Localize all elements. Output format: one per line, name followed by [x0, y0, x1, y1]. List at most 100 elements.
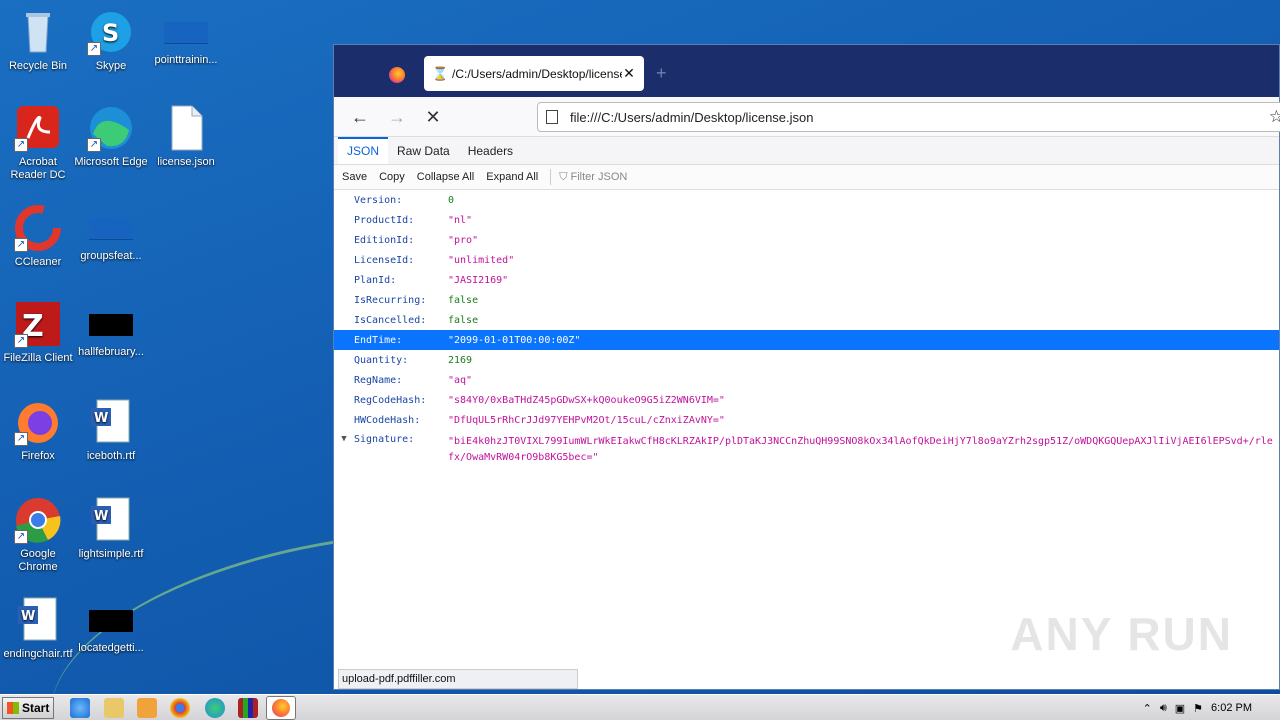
shortcut-arrow-icon: ↗ — [14, 334, 28, 348]
collapse-all-button[interactable]: Collapse All — [417, 171, 474, 183]
firefox-logo-icon[interactable] — [389, 67, 405, 83]
json-viewer-tabs: JSON Raw Data Headers — [334, 137, 1279, 165]
json-key: EditionId: — [354, 234, 415, 246]
json-row[interactable]: RegCodeHash: "s84Y0/0xBaTHdZ45pGDwSX+kQ0o… — [334, 390, 1279, 410]
ccleaner-icon: ↗ — [14, 204, 62, 252]
start-label: Start — [22, 701, 50, 715]
desktop-icon-locatedgetti[interactable]: locatedgetti... — [73, 596, 149, 655]
close-tab-icon[interactable]: ✕ — [622, 65, 636, 82]
tab-license-json[interactable]: ⌛ /C:/Users/admin/Desktop/license.json ✕ — [424, 56, 644, 91]
json-row[interactable]: IsCancelled: false — [334, 310, 1279, 330]
edge-icon: ↗ — [87, 104, 135, 152]
stop-loading-icon[interactable]: ✕ — [422, 107, 444, 128]
json-key: PlanId: — [354, 274, 397, 286]
desktop-icon-iceboth[interactable]: W iceboth.rtf — [73, 398, 149, 463]
json-file-icon — [162, 104, 210, 152]
json-value: "biE4k0hzJT0VIXL799IumWLrWkEIakwCfH8cKLR… — [448, 436, 1273, 463]
desktop-icon-acrobat[interactable]: ↗ Acrobat Reader DC — [0, 104, 76, 182]
bookmark-star-icon[interactable]: ☆ — [1269, 107, 1280, 127]
json-value: 0 — [448, 194, 455, 206]
json-tree: Version: 0 ProductId: "nl" EditionId: "pro"… — [334, 190, 1279, 470]
desktop-icon-filezilla[interactable]: Z ↗ FileZilla Client — [0, 300, 76, 365]
volume-icon[interactable]: 🔊︎ — [1160, 702, 1167, 715]
desktop-icon-label: Google Chrome — [18, 548, 58, 573]
json-value: false — [448, 294, 479, 306]
url-text: file:///C:/Users/admin/Desktop/license.j… — [570, 109, 814, 125]
json-row-selected[interactable]: EndTime: "2099-01-01T00:00:00Z" — [334, 330, 1279, 350]
desktop-icon-endingchair[interactable]: W endingchair.rtf — [0, 596, 76, 661]
json-row[interactable]: RegName: "aq" — [334, 370, 1279, 390]
json-key: HWCodeHash: — [354, 414, 421, 426]
file-thumbnail-icon — [89, 218, 133, 240]
desktop-icon-label: hallfebruary... — [78, 346, 144, 358]
desktop-icon-firefox[interactable]: ↗ Firefox — [0, 398, 76, 463]
desktop-icon-skype[interactable]: S ↗ Skype — [73, 8, 149, 73]
json-row[interactable]: PlanId: "JASI2169" — [334, 270, 1279, 290]
json-row[interactable]: IsRecurring: false — [334, 290, 1279, 310]
shortcut-arrow-icon: ↗ — [14, 138, 28, 152]
media-player-icon[interactable] — [137, 698, 157, 718]
system-tray: ⌃ 🔊︎ ▣ ⚑ 6:02 PM — [1139, 695, 1280, 720]
chrome-taskbar-icon[interactable] — [170, 698, 190, 718]
edge-taskbar-icon[interactable] — [205, 698, 225, 718]
desktop-icon-chrome[interactable]: ↗ Google Chrome — [0, 496, 76, 574]
json-row[interactable]: Version: 0 — [334, 190, 1279, 210]
json-row[interactable]: Quantity: 2169 — [334, 350, 1279, 370]
desktop-icon-lightsimple[interactable]: W lightsimple.rtf — [73, 496, 149, 561]
json-row[interactable]: EditionId: "pro" — [334, 230, 1279, 250]
show-hidden-icons-icon[interactable]: ⌃ — [1143, 702, 1152, 715]
json-row[interactable]: ▼ Signature: "biE4k0hzJT0VIXL799IumWLrWkEI… — [334, 430, 1279, 470]
start-button[interactable]: Start — [2, 697, 54, 719]
file-explorer-icon[interactable] — [104, 698, 124, 718]
file-thumbnail-icon — [89, 314, 133, 336]
anyrun-watermark: ANY RUN — [1010, 608, 1233, 660]
desktop-icon-label: Recycle Bin — [8, 60, 68, 72]
forward-icon[interactable]: → — [386, 107, 408, 128]
desktop-icon-edge[interactable]: ↗ Microsoft Edge — [73, 104, 149, 169]
network-icon[interactable]: ▣ — [1175, 702, 1185, 715]
acrobat-icon: ↗ — [14, 104, 62, 152]
firefox-icon: ↗ — [14, 398, 62, 446]
svg-text:S: S — [102, 19, 119, 47]
filter-json-input[interactable]: Filter JSON — [570, 171, 627, 183]
save-button[interactable]: Save — [342, 171, 367, 183]
new-tab-icon[interactable]: + — [656, 63, 667, 84]
word-document-icon: W — [87, 398, 135, 446]
desktop-icon-groupsfeat[interactable]: groupsfeat... — [73, 204, 149, 263]
desktop-icon-label: Acrobat Reader DC — [10, 156, 66, 181]
clock[interactable]: 6:02 PM — [1211, 702, 1252, 714]
json-key: RegCodeHash: — [354, 394, 427, 406]
desktop-icon-label: Firefox — [21, 450, 55, 462]
navigation-bar: ← → ✕ file:///C:/Users/admin/Desktop/lic… — [334, 97, 1280, 137]
expand-all-button[interactable]: Expand All — [486, 171, 538, 183]
internet-explorer-icon[interactable] — [70, 698, 90, 718]
desktop-icon-recycle-bin[interactable]: Recycle Bin — [0, 8, 76, 73]
desktop-icon-pointtrainin[interactable]: pointtrainin... — [148, 8, 224, 67]
svg-text:W: W — [94, 411, 108, 426]
back-icon[interactable]: ← — [349, 107, 371, 128]
winrar-icon[interactable] — [238, 698, 258, 718]
word-document-icon: W — [87, 496, 135, 544]
firefox-taskbar-button[interactable] — [266, 696, 296, 720]
desktop-icon-hallfebruary[interactable]: hallfebruary... — [73, 300, 149, 359]
tab-headers[interactable]: Headers — [459, 137, 522, 164]
json-key: IsCancelled: — [354, 314, 427, 326]
windows-logo-icon — [7, 702, 19, 714]
json-row[interactable]: ProductId: "nl" — [334, 210, 1279, 230]
shortcut-arrow-icon: ↗ — [87, 138, 101, 152]
svg-text:W: W — [94, 509, 108, 524]
desktop-icon-ccleaner[interactable]: ↗ CCleaner — [0, 204, 76, 269]
tab-json[interactable]: JSON — [338, 137, 389, 164]
tab-raw-data[interactable]: Raw Data — [388, 137, 459, 164]
json-value: false — [448, 314, 479, 326]
copy-button[interactable]: Copy — [379, 171, 405, 183]
json-row[interactable]: HWCodeHash: "DfUqUL5rRhCrJJd97YEHPvM2Ot/1… — [334, 410, 1279, 430]
json-row[interactable]: LicenseId: "unlimited" — [334, 250, 1279, 270]
address-bar[interactable]: file:///C:/Users/admin/Desktop/license.j… — [537, 102, 1280, 132]
json-key: RegName: — [354, 374, 403, 386]
desktop-icon-license-json[interactable]: license.json — [148, 104, 224, 169]
expand-toggle-icon[interactable]: ▼ — [334, 434, 354, 444]
tab-title: /C:/Users/admin/Desktop/license.json — [452, 66, 622, 81]
action-center-flag-icon[interactable]: ⚑ — [1193, 702, 1203, 715]
page-info-icon[interactable] — [546, 110, 558, 124]
